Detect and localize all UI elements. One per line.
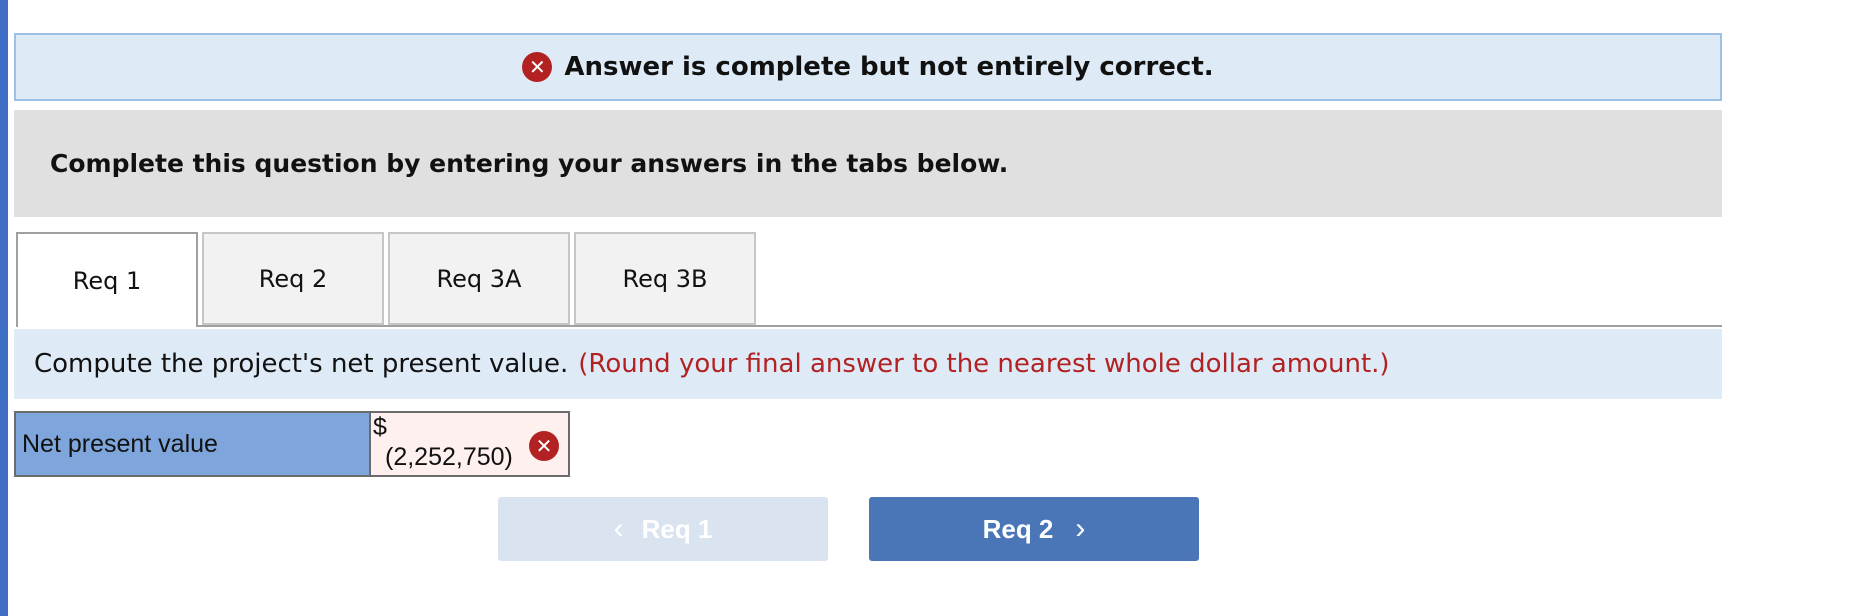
rounding-note: (Round your final answer to the nearest … (578, 349, 1390, 379)
prompt-text: Compute the project's net present value. (34, 349, 569, 379)
answer-table: Net present value $ (2,252,750) ✕ (14, 411, 570, 477)
tab-label: Req 3A (436, 264, 522, 293)
tab-req-2[interactable]: Req 2 (202, 232, 384, 325)
chevron-right-icon: › (1075, 512, 1086, 545)
next-req-button[interactable]: Req 2 › (869, 497, 1199, 561)
prev-req-label: Req 1 (641, 513, 713, 544)
next-req-label: Req 2 (982, 513, 1054, 544)
question-prompt: Compute the project's net present value.… (14, 329, 1722, 399)
tab-req-3b[interactable]: Req 3B (574, 232, 756, 325)
net-present-value-label: Net present value (22, 429, 218, 458)
tab-label: Req 1 (72, 266, 142, 295)
net-present-value-input[interactable]: $ (2,252,750) ✕ (371, 413, 568, 475)
answer-row-label: Net present value (16, 413, 371, 475)
instructions-text: Complete this question by entering your … (50, 149, 1009, 178)
net-present-value-value: (2,252,750) (385, 443, 513, 471)
prev-req-button[interactable]: ‹ Req 1 (498, 497, 828, 561)
x-circle-icon: ✕ (522, 52, 553, 82)
tab-req-1[interactable]: Req 1 (16, 232, 198, 327)
currency-symbol: $ (373, 413, 387, 441)
chevron-left-icon: ‹ (613, 512, 624, 545)
instructions-panel: Complete this question by entering your … (14, 110, 1722, 217)
result-message: Answer is complete but not entirely corr… (564, 52, 1214, 82)
left-rule (0, 0, 8, 616)
tab-baseline (16, 325, 1722, 327)
result-banner: ✕ Answer is complete but not entirely co… (14, 33, 1722, 101)
page: ✕ Answer is complete but not entirely co… (0, 0, 1852, 616)
tab-req-3a[interactable]: Req 3A (388, 232, 570, 325)
tab-label: Req 3B (622, 264, 708, 293)
incorrect-x-icon: ✕ (529, 431, 559, 461)
tab-bar: Req 1 Req 2 Req 3A Req 3B (16, 232, 1722, 327)
tab-label: Req 2 (258, 264, 328, 293)
